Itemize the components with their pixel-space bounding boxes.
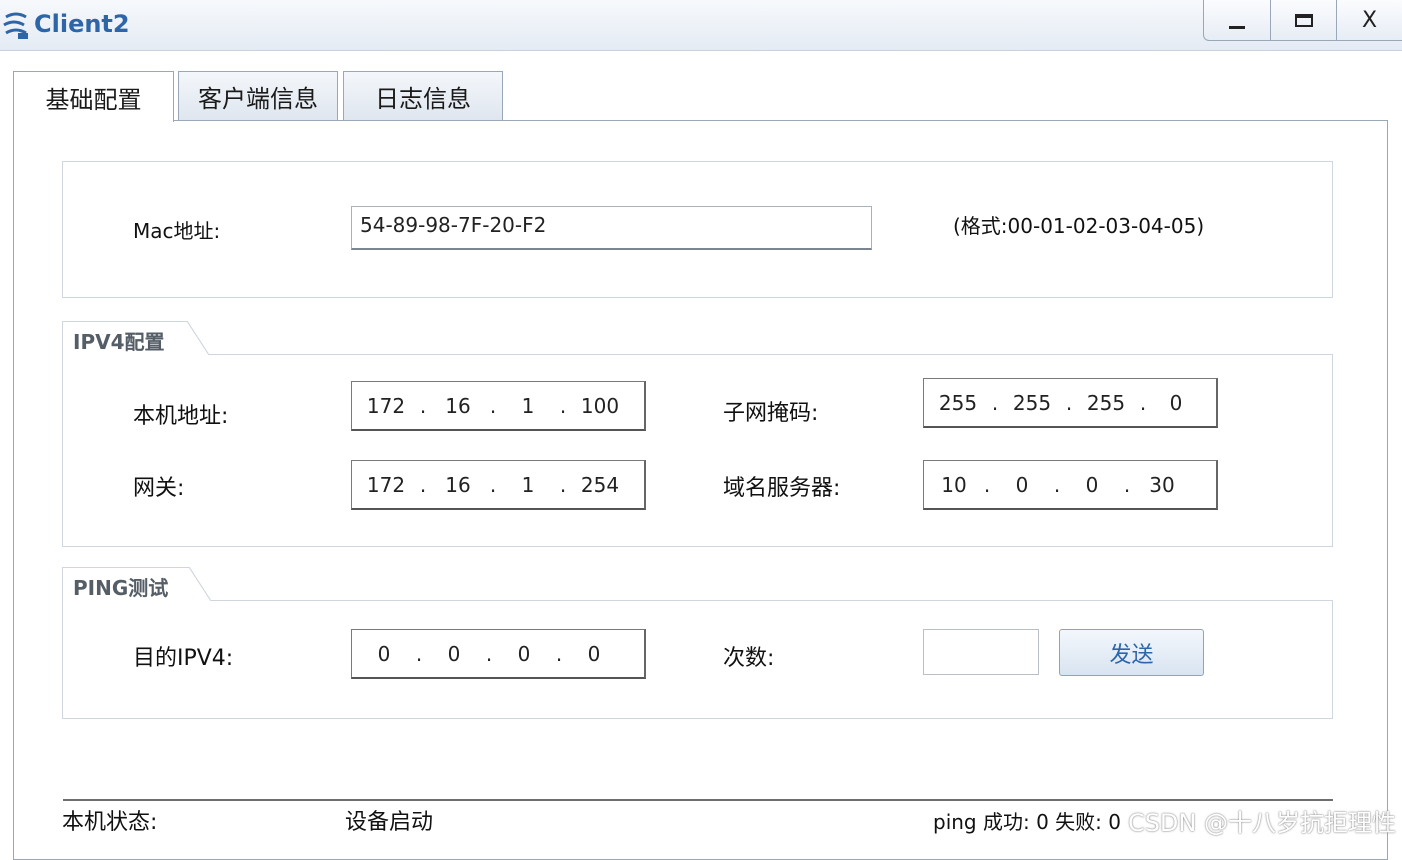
ping-count-input[interactable] [923,629,1039,675]
title-bar: Client2 X [0,0,1402,51]
ip-octet[interactable]: 30 [1140,473,1184,497]
ip-octet[interactable]: 255 [1082,391,1130,415]
ip-octet[interactable]: 255 [1008,391,1056,415]
local-ip-label: 本机地址: [133,404,229,429]
ip-octets: 10. 0. 0. 30 [924,461,1216,508]
ip-separator: . [1053,472,1061,497]
gateway-label: 网关: [133,476,185,501]
gateway-input[interactable]: 172. 16. 1. 254 [351,460,646,510]
ip-separator: . [1123,472,1131,497]
dns-label: 域名服务器: [723,476,841,501]
ip-separator: . [415,641,423,666]
ipv4-section-title: IPV4配置 [62,321,209,355]
subnet-input[interactable]: 255. 255. 255. 0 [923,378,1218,428]
ip-separator: . [489,472,497,497]
ip-octet[interactable]: 0 [1000,473,1044,497]
ip-octet[interactable]: 0 [502,642,546,666]
ip-octets: 172. 16. 1. 100 [352,382,644,429]
ping-count-label: 次数: [723,646,775,671]
ip-octet[interactable]: 0 [432,642,476,666]
mac-label: Mac地址: [133,219,221,243]
close-icon: X [1361,7,1378,33]
ip-separator: . [489,393,497,418]
ip-separator: . [983,472,991,497]
status-value: 设备启动 [345,810,434,835]
ip-separator: . [1065,390,1073,415]
ip-separator: . [559,393,567,418]
tab-basic-config[interactable]: 基础配置 [13,71,174,122]
ip-octet[interactable]: 255 [934,391,982,415]
ip-octet[interactable]: 0 [362,642,406,666]
ip-octet[interactable]: 254 [576,473,624,497]
ip-octets: 0. 0. 0. 0 [352,630,644,677]
ip-separator: . [559,472,567,497]
mac-input[interactable]: 54-89-98-7F-20-F2 [351,206,872,250]
subnet-label: 子网掩码: [723,401,819,426]
ip-octets: 255. 255. 255. 0 [924,379,1216,426]
ip-separator: . [419,472,427,497]
ip-separator: . [485,641,493,666]
window-controls: X [1203,0,1402,41]
ping-target-input[interactable]: 0. 0. 0. 0 [351,629,646,679]
tab-client-info[interactable]: 客户端信息 [178,71,338,120]
ip-separator: . [1139,390,1147,415]
maximize-button[interactable] [1270,0,1336,40]
minimize-button[interactable] [1204,0,1270,40]
ip-octet[interactable]: 172 [362,394,410,418]
minimize-icon [1229,25,1245,29]
ip-octet[interactable]: 100 [576,394,624,418]
ip-octet[interactable]: 0 [572,642,616,666]
ip-separator: . [555,641,563,666]
ip-octets: 172. 16. 1. 254 [352,461,644,508]
send-button[interactable]: 发送 [1059,629,1204,676]
watermark: CSDN @十八岁抗拒理性 [1127,809,1396,837]
tab-log-info[interactable]: 日志信息 [343,71,503,120]
local-ip-input[interactable]: 172. 16. 1. 100 [351,381,646,431]
ip-octet[interactable]: 1 [506,394,550,418]
ip-octet[interactable]: 16 [436,394,480,418]
ip-octet[interactable]: 0 [1156,391,1196,415]
ip-octet[interactable]: 16 [436,473,480,497]
status-divider [63,799,1333,801]
ping-target-label: 目的IPV4: [133,646,234,671]
ip-separator: . [991,390,999,415]
ip-octet[interactable]: 0 [1070,473,1114,497]
mac-format-hint: (格式:00-01-02-03-04-05) [953,214,1205,238]
ip-octet[interactable]: 172 [362,473,410,497]
window-title: Client2 [34,10,130,38]
ip-separator: . [419,393,427,418]
maximize-icon [1294,13,1313,27]
ping-result: ping 成功: 0 失败: 0 [933,810,1121,834]
ping-section-title: PING测试 [62,567,211,601]
app-icon [3,12,28,39]
ip-octet[interactable]: 10 [934,473,974,497]
close-button[interactable]: X [1336,0,1402,40]
ip-octet[interactable]: 1 [506,473,550,497]
dns-input[interactable]: 10. 0. 0. 30 [923,460,1218,510]
status-label: 本机状态: [62,810,158,835]
